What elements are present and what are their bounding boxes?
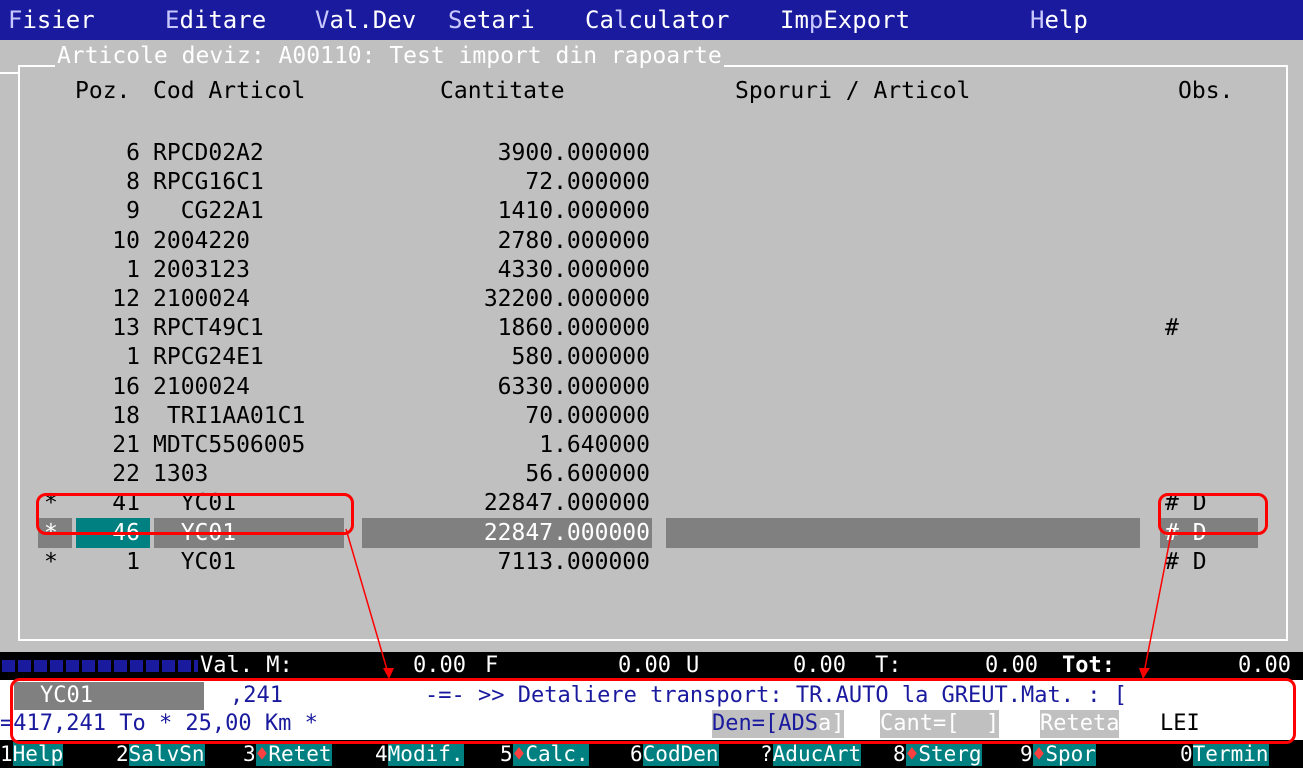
arrow-head-left — [383, 668, 394, 679]
arrow-line-left — [345, 528, 389, 674]
annotation-arrows — [345, 528, 1173, 679]
arrow-line-right — [1143, 528, 1173, 674]
arrow-head-right — [1139, 668, 1150, 679]
